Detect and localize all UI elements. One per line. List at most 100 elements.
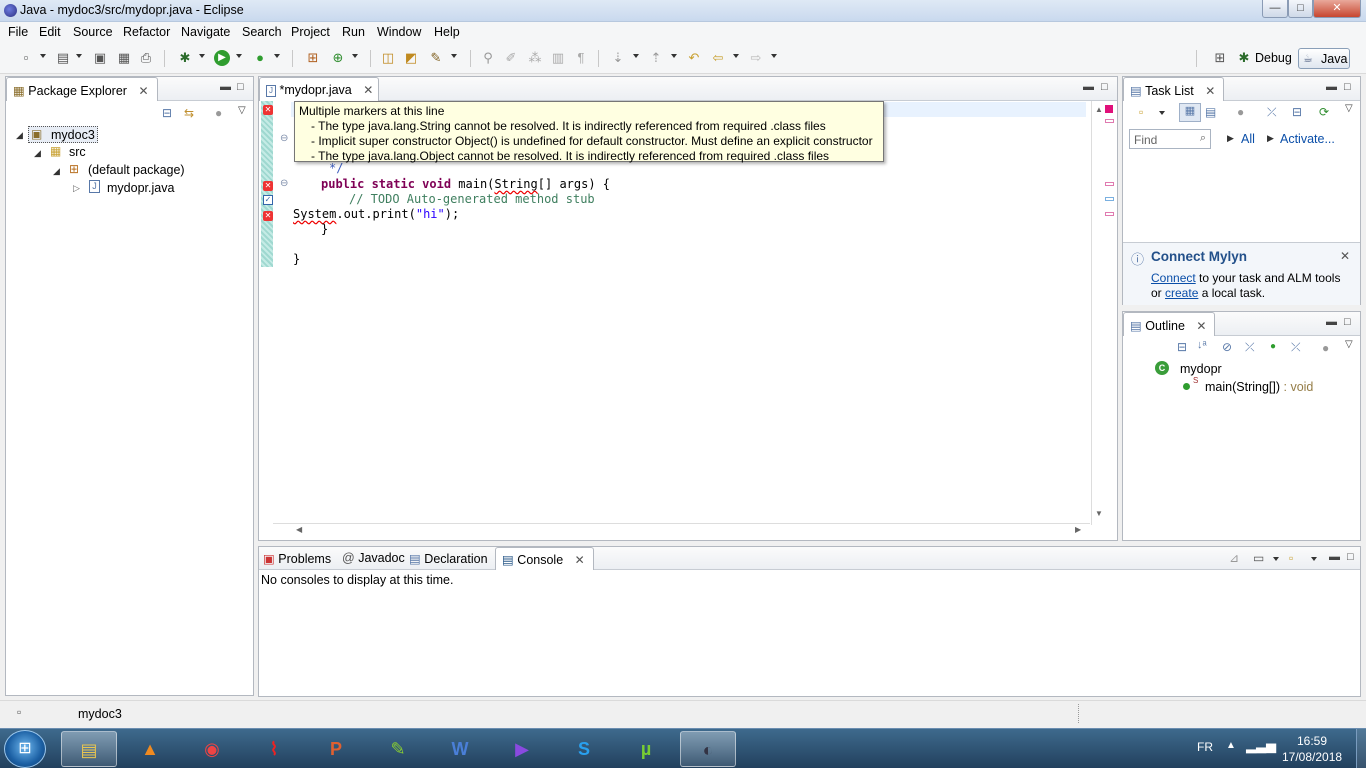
menu-edit[interactable]: Edit: [39, 25, 61, 39]
vertical-scrollbar[interactable]: [1091, 101, 1092, 525]
save-all-icon[interactable]: ▦: [116, 50, 132, 66]
editor-tab-mydopr[interactable]: J *mydopr.java ✕: [259, 77, 379, 101]
maximize-view-icon[interactable]: □: [1344, 81, 1351, 93]
scroll-right-arrow[interactable]: ▶: [1075, 525, 1081, 534]
close-icon[interactable]: ✕: [138, 84, 148, 98]
maximize-view-icon[interactable]: □: [1347, 551, 1354, 563]
tab-declaration[interactable]: ▤ Declaration: [409, 551, 488, 566]
visual-studio-taskbar-icon[interactable]: ▶: [494, 731, 550, 767]
run-icon[interactable]: ▶: [214, 50, 230, 66]
task-filter-all-link[interactable]: All: [1241, 132, 1255, 146]
horizontal-scrollbar[interactable]: [273, 523, 1090, 524]
minimize-view-icon[interactable]: ▬: [1083, 81, 1094, 93]
forward-dropdown-arrow[interactable]: [771, 54, 777, 58]
back-icon[interactable]: ⇦: [710, 50, 726, 66]
open-type-icon[interactable]: ◫: [380, 50, 396, 66]
new-dropdown-arrow[interactable]: [40, 54, 46, 58]
back-dropdown-arrow[interactable]: [733, 54, 739, 58]
new-icon[interactable]: ▫: [18, 50, 34, 66]
prev-annotation-icon[interactable]: ⇡: [648, 50, 664, 66]
show-whitespace-icon[interactable]: ▥: [550, 50, 566, 66]
error-marker-icon[interactable]: ✕: [263, 105, 273, 115]
minimize-view-icon[interactable]: ▬: [1326, 316, 1337, 328]
task-find-input[interactable]: Find ⌕: [1129, 129, 1211, 149]
hide-fields-icon[interactable]: ⊘: [1222, 340, 1232, 354]
debug-dropdown-arrow[interactable]: [199, 54, 205, 58]
menu-project[interactable]: Project: [291, 25, 330, 39]
overview-marker[interactable]: [1105, 182, 1114, 186]
close-button[interactable]: ✕: [1313, 0, 1361, 18]
minimize-view-icon[interactable]: ▬: [1326, 81, 1337, 93]
fast-view-icon[interactable]: ▫: [17, 705, 21, 719]
create-link[interactable]: create: [1165, 286, 1198, 300]
categorized-icon[interactable]: ▦: [1179, 103, 1201, 122]
acrobat-taskbar-icon[interactable]: ⌇: [246, 731, 302, 767]
show-hidden-icons-icon[interactable]: ▲: [1226, 740, 1236, 751]
new-package-icon[interactable]: ▤: [55, 50, 71, 66]
debug-icon[interactable]: ✱: [177, 50, 193, 66]
coverage-dropdown-arrow[interactable]: [274, 54, 280, 58]
outline-method[interactable]: main(String[]) : void: [1205, 380, 1313, 394]
hide-nonpublic-icon[interactable]: ●: [1270, 341, 1276, 352]
scroll-down-arrow[interactable]: ▼: [1095, 509, 1103, 518]
word-taskbar-icon[interactable]: W: [432, 731, 488, 767]
maximize-view-icon[interactable]: □: [237, 81, 244, 93]
new-java-project-icon[interactable]: ⊞: [305, 50, 321, 66]
focus-icon[interactable]: ●: [1322, 341, 1329, 355]
new-package-dropdown-arrow[interactable]: [76, 54, 82, 58]
task-list-tab[interactable]: ▤ Task List ✕: [1123, 77, 1225, 101]
collapse-all-icon[interactable]: ⊟: [1292, 105, 1302, 119]
menu-navigate[interactable]: Navigate: [181, 25, 230, 39]
sort-icon[interactable]: ↓ᵃ: [1197, 339, 1207, 351]
overview-marker[interactable]: [1105, 197, 1114, 201]
scroll-up-arrow[interactable]: ▲: [1095, 105, 1103, 114]
fold-icon[interactable]: ⊖: [280, 178, 288, 189]
chrome-taskbar-icon[interactable]: ◉: [184, 731, 240, 767]
view-menu-icon[interactable]: ▽: [1345, 339, 1353, 350]
focus-icon[interactable]: ●: [215, 106, 222, 120]
powerpoint-taskbar-icon[interactable]: P: [308, 731, 364, 767]
tree-src-label[interactable]: src: [69, 145, 86, 159]
vlc-taskbar-icon[interactable]: ▲: [122, 731, 178, 767]
synchronize-icon[interactable]: ⟳: [1319, 105, 1329, 119]
package-explorer-tab[interactable]: ▦ Package Explorer ✕: [6, 77, 158, 101]
open-task-icon[interactable]: ◩: [403, 50, 419, 66]
explorer-taskbar-icon[interactable]: ▤: [61, 731, 117, 767]
show-desktop-button[interactable]: [1356, 729, 1366, 768]
block-selection-icon[interactable]: ⁂: [527, 50, 543, 66]
clock-date[interactable]: 17/08/2018: [1282, 750, 1342, 764]
last-edit-icon[interactable]: ↶: [686, 50, 702, 66]
expand-src-icon[interactable]: ◢: [34, 148, 41, 159]
close-icon[interactable]: ✕: [575, 553, 585, 567]
maximize-view-icon[interactable]: □: [1101, 81, 1108, 93]
skype-taskbar-icon[interactable]: S: [556, 731, 612, 767]
hide-static-icon[interactable]: ⤫: [1245, 340, 1255, 355]
prev-annotation-dropdown-arrow[interactable]: [671, 54, 677, 58]
maximize-button[interactable]: □: [1288, 0, 1313, 18]
menu-search[interactable]: Search: [242, 25, 282, 39]
menu-run[interactable]: Run: [342, 25, 365, 39]
mark-occurrences-icon[interactable]: ✐: [503, 50, 519, 66]
expand-file-icon[interactable]: ▷: [73, 183, 80, 194]
maximize-view-icon[interactable]: □: [1344, 316, 1351, 328]
language-indicator[interactable]: FR: [1197, 740, 1213, 754]
network-icon[interactable]: ▂▃▅: [1246, 738, 1276, 754]
start-button[interactable]: ⊞: [4, 730, 46, 768]
menu-refactor[interactable]: Refactor: [123, 25, 170, 39]
search-dropdown-arrow[interactable]: [451, 54, 457, 58]
overview-marker[interactable]: [1105, 119, 1114, 123]
tab-javadoc[interactable]: @ Javadoc: [342, 551, 405, 565]
menu-window[interactable]: Window: [377, 25, 421, 39]
error-marker-icon[interactable]: ✕: [263, 211, 273, 221]
forward-icon[interactable]: ⇨: [748, 50, 764, 66]
outline-class-label[interactable]: mydopr: [1180, 362, 1222, 376]
minimize-view-icon[interactable]: ▬: [1329, 551, 1340, 563]
overview-marker[interactable]: [1105, 212, 1114, 216]
save-icon[interactable]: ▣: [92, 50, 108, 66]
new-class-dropdown-arrow[interactable]: [352, 54, 358, 58]
minimize-button[interactable]: —: [1262, 0, 1288, 18]
clock-time[interactable]: 16:59: [1297, 734, 1327, 748]
menu-help[interactable]: Help: [434, 25, 460, 39]
open-perspective-icon[interactable]: ⊞: [1212, 50, 1228, 66]
scroll-left-arrow[interactable]: ◀: [296, 525, 302, 534]
